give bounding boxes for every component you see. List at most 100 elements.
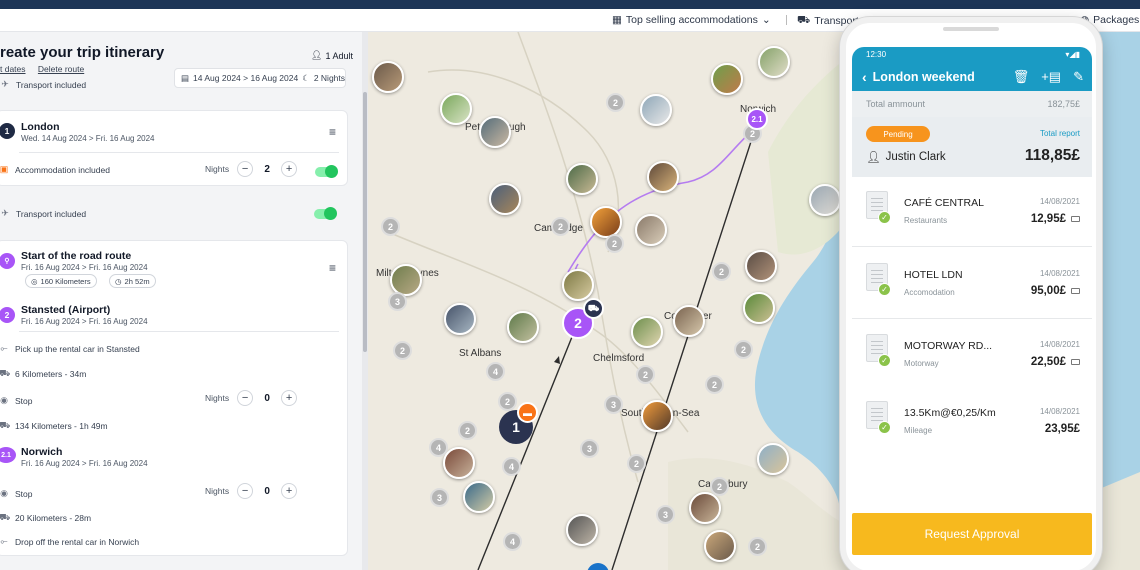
decrement-button[interactable]: − bbox=[237, 483, 254, 499]
place-photo-marker[interactable] bbox=[745, 250, 777, 282]
place-photo-marker[interactable] bbox=[372, 61, 404, 93]
total-amount-row: Total ammount 182,75£ bbox=[852, 91, 1092, 117]
place-photo-marker[interactable] bbox=[566, 163, 598, 195]
place-photo-marker[interactable] bbox=[689, 492, 721, 524]
route-title: Start of the road route bbox=[21, 250, 132, 262]
place-photo-marker[interactable] bbox=[673, 305, 705, 337]
page-title: reate your trip itinerary bbox=[0, 44, 165, 61]
increment-button[interactable]: + bbox=[281, 161, 298, 177]
expense-item[interactable]: ✓ MOTORWAY RD... Motorway 14/08/2021 22,… bbox=[852, 320, 1092, 390]
pin-icon: ◎ bbox=[31, 276, 38, 286]
check-icon: ✓ bbox=[878, 283, 891, 296]
calendar-icon: ▤ bbox=[181, 72, 190, 83]
check-icon: ✓ bbox=[878, 421, 891, 434]
map-cluster[interactable]: 2 bbox=[458, 421, 477, 440]
map-cluster[interactable]: 2 bbox=[381, 217, 400, 236]
delete-route-link[interactable]: Delete route bbox=[38, 64, 84, 74]
place-photo-marker[interactable] bbox=[507, 311, 539, 343]
place-photo-marker[interactable] bbox=[635, 214, 667, 246]
place-photo-marker[interactable] bbox=[704, 530, 736, 562]
expense-item[interactable]: ✓ HOTEL LDN Accomodation 14/08/2021 95,0… bbox=[852, 249, 1092, 319]
map-cluster[interactable]: 2 bbox=[605, 234, 624, 253]
place-photo-marker[interactable] bbox=[647, 161, 679, 193]
increment-button[interactable]: + bbox=[281, 483, 298, 499]
map-cluster[interactable]: 4 bbox=[503, 532, 522, 551]
place-photo-marker[interactable] bbox=[640, 94, 672, 126]
map-cluster[interactable]: 2 bbox=[712, 262, 731, 281]
expense-item[interactable]: ✓ CAFÉ CENTRAL Restaurants 14/08/2021 12… bbox=[852, 177, 1092, 247]
place-photo-marker[interactable] bbox=[479, 116, 511, 148]
map-cluster[interactable]: 2 bbox=[710, 477, 729, 496]
map-cluster[interactable]: 2 bbox=[636, 365, 655, 384]
signal-icon: ▾◢▮ bbox=[1065, 50, 1080, 59]
map-cluster[interactable]: 3 bbox=[604, 395, 623, 414]
itinerary-panel: reate your trip itinerary t dates Delete… bbox=[0, 32, 363, 570]
total-report-link[interactable]: Total report bbox=[1040, 129, 1080, 138]
back-icon[interactable]: ‹ bbox=[862, 69, 867, 85]
map-label-st-albans: St Albans bbox=[459, 348, 502, 359]
request-approval-button[interactable]: Request Approval bbox=[852, 513, 1092, 555]
map-cluster[interactable]: 2 bbox=[748, 537, 767, 556]
map-cluster[interactable]: 4 bbox=[502, 457, 521, 476]
map-cluster[interactable]: 3 bbox=[656, 505, 675, 524]
place-photo-marker[interactable] bbox=[809, 184, 841, 216]
place-photo-marker[interactable] bbox=[758, 46, 790, 78]
place-photo-marker[interactable] bbox=[562, 269, 594, 301]
place-photo-marker[interactable] bbox=[444, 303, 476, 335]
map-cluster[interactable]: 4 bbox=[486, 362, 505, 381]
card-icon bbox=[1071, 359, 1080, 365]
car-icon: ⛟ bbox=[797, 14, 811, 26]
stop-number-badge: 1 bbox=[0, 123, 15, 139]
edit-icon[interactable]: ✎ bbox=[1073, 69, 1084, 85]
map-cluster[interactable]: 4 bbox=[429, 438, 448, 457]
place-photo-marker[interactable] bbox=[463, 481, 495, 513]
map-cluster[interactable]: 3 bbox=[580, 439, 599, 458]
place-photo-marker[interactable] bbox=[743, 292, 775, 324]
road-route-card: ⚲ Start of the road route Fri. 16 Aug 20… bbox=[0, 240, 348, 556]
edit-dates-link[interactable]: t dates bbox=[0, 64, 26, 74]
add-receipt-icon[interactable]: +▤ bbox=[1041, 69, 1061, 85]
expense-item[interactable]: ✓ 13.5Km@€0,25/Km Mileage 14/08/2021 23,… bbox=[852, 387, 1092, 457]
place-photo-marker[interactable] bbox=[489, 183, 521, 215]
check-icon: ✓ bbox=[878, 211, 891, 224]
transport-row-mid: ✈ Transport included bbox=[1, 208, 87, 219]
trash-icon[interactable]: 🗑︎ bbox=[1013, 69, 1030, 85]
stop-title: London bbox=[21, 121, 60, 133]
map-cluster[interactable]: 3 bbox=[430, 488, 449, 507]
transport-toggle[interactable] bbox=[314, 207, 337, 220]
map-cluster[interactable]: 2 bbox=[734, 340, 753, 359]
date-range-box[interactable]: ▤ 14 Aug 2024 > 16 Aug 2024 ☾ 2 Nights bbox=[174, 68, 346, 88]
map-cluster[interactable]: 2 bbox=[498, 392, 517, 411]
map-cluster[interactable]: 2 bbox=[393, 341, 412, 360]
leg-row: ⛟ 20 Kilometers - 28m bbox=[0, 512, 92, 523]
key-icon: ⟜ bbox=[0, 343, 8, 353]
drag-handle-icon[interactable]: ≡ bbox=[329, 261, 336, 275]
map-cluster[interactable]: 3 bbox=[388, 292, 407, 311]
map-cluster[interactable]: 2 bbox=[627, 454, 646, 473]
decrement-button[interactable]: − bbox=[237, 161, 254, 177]
place-photo-marker[interactable] bbox=[440, 93, 472, 125]
stop-title: Norwich bbox=[21, 446, 63, 458]
nav-top-selling[interactable]: ▦ Top selling accommodations ⌄ bbox=[612, 14, 771, 26]
dropoff-row: ⟜ Drop off the rental car in Norwich bbox=[0, 536, 140, 547]
map-cluster[interactable]: 2 bbox=[551, 217, 570, 236]
place-photo-marker[interactable] bbox=[631, 316, 663, 348]
decrement-button[interactable]: − bbox=[237, 390, 254, 406]
adults-selector[interactable]: 👤︎ 1 Adult bbox=[311, 50, 353, 61]
increment-button[interactable]: + bbox=[281, 390, 298, 406]
stop-icon: ◉ bbox=[0, 488, 8, 498]
map-cluster[interactable]: 2 bbox=[705, 375, 724, 394]
route-marker-norwich[interactable]: 2.1 bbox=[746, 108, 768, 130]
place-photo-marker[interactable] bbox=[711, 63, 743, 95]
place-photo-marker[interactable] bbox=[566, 514, 598, 546]
transport-row-top: ✈ Transport included bbox=[1, 79, 87, 90]
scrollbar-thumb[interactable] bbox=[363, 92, 367, 352]
place-photo-marker[interactable] bbox=[443, 447, 475, 479]
place-photo-marker[interactable] bbox=[641, 400, 673, 432]
accommodation-toggle[interactable] bbox=[315, 165, 338, 178]
map-cluster[interactable]: 2 bbox=[606, 93, 625, 112]
drag-handle-icon[interactable]: ≡ bbox=[329, 125, 336, 139]
distance-chip: ◎ 160 Kilometers bbox=[25, 274, 97, 288]
place-photo-marker[interactable] bbox=[590, 206, 622, 238]
place-photo-marker[interactable] bbox=[757, 443, 789, 475]
